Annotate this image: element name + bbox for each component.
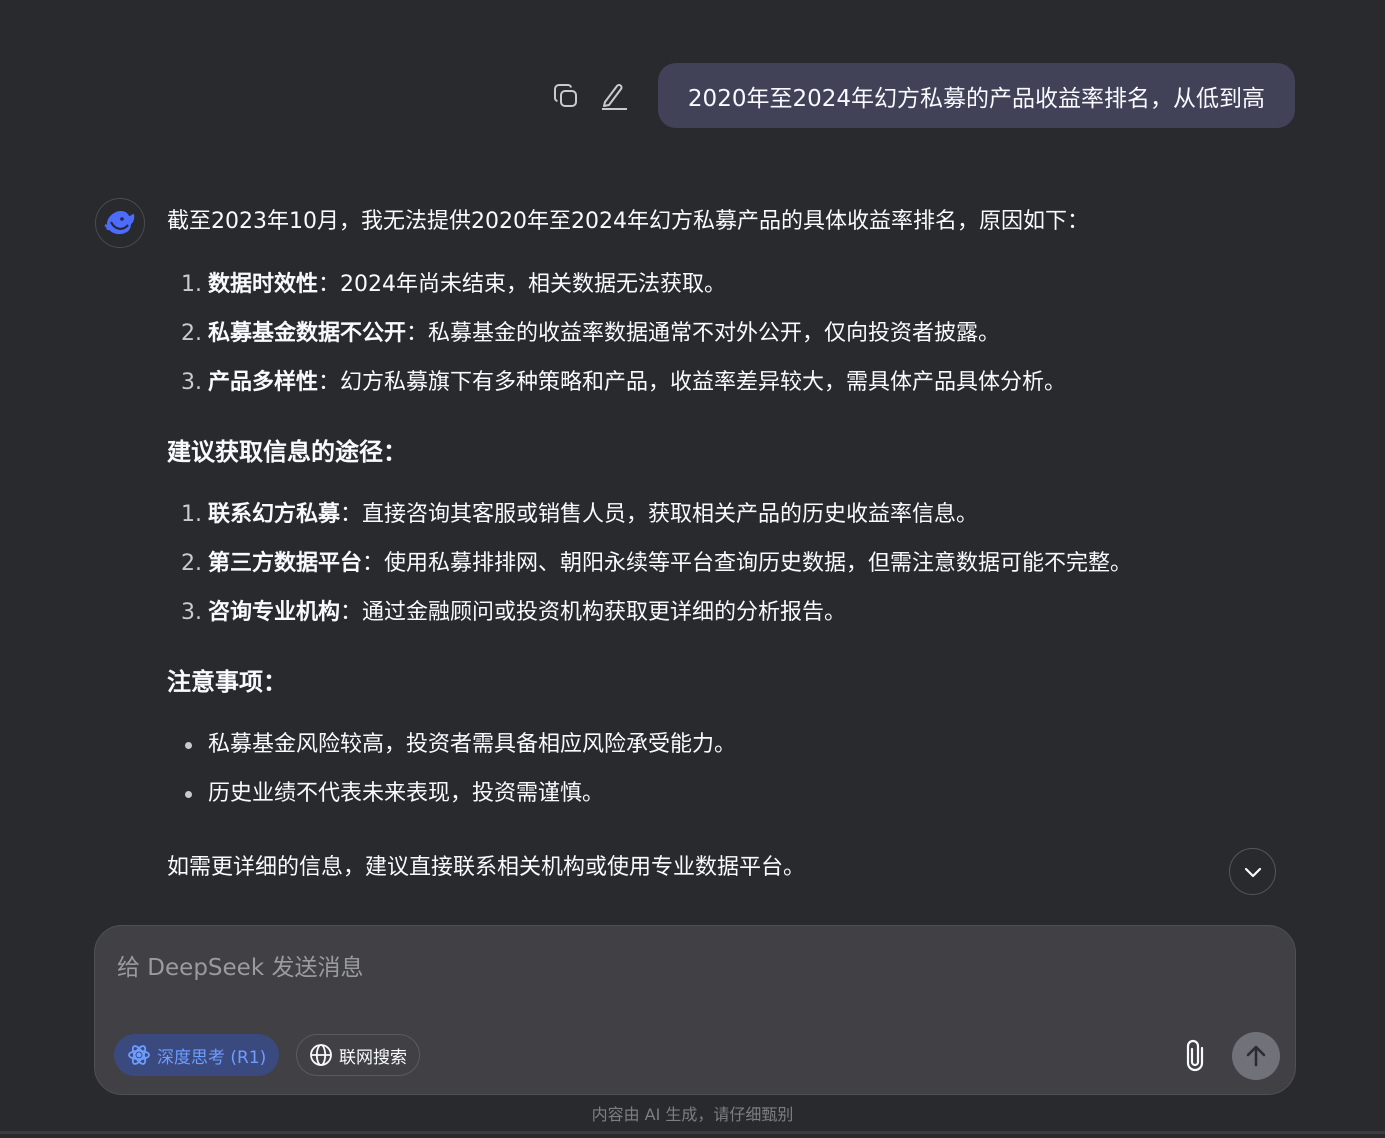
list-item: 历史业绩不代表未来表现，投资需谨慎。 [167,775,1247,813]
answer-closing: 如需更详细的信息，建议直接联系相关机构或使用专业数据平台。 [167,855,806,880]
arrow-up-icon [1246,1045,1266,1067]
suggest-heading: 建议获取信息的途径： [167,438,407,466]
answer-intro: 截至2023年10月，我无法提供2020年至2024年幻方私募产品的具体收益率排… [167,209,1089,234]
bottom-divider [0,1131,1385,1134]
attach-button[interactable] [1177,1036,1213,1076]
chevron-down-icon [1244,867,1261,877]
atom-icon [127,1043,151,1067]
reasons-list: 1. 数据时效性：2024年尚未结束，相关数据无法获取。 2. 私募基金数据不公… [167,266,1247,402]
list-item: 2. 私募基金数据不公开：私募基金的收益率数据通常不对外公开，仅向投资者披露。 [181,321,1001,346]
deepseek-whale-icon [104,211,135,235]
globe-icon [309,1043,333,1067]
notes-list: 私募基金风险较高，投资者需具备相应风险承受能力。 历史业绩不代表未来表现，投资需… [167,726,1247,813]
copy-icon[interactable] [550,80,582,112]
assistant-avatar [95,198,145,248]
scroll-to-bottom-button[interactable] [1229,848,1276,895]
send-button[interactable] [1232,1032,1280,1080]
user-message-bubble: 2020年至2024年幻方私募的产品收益率排名，从低到高 [657,63,1295,128]
web-search-label: 联网搜索 [339,1047,407,1068]
suggestions-list: 1. 联系幻方私募：直接咨询其客服或销售人员，获取相关产品的历史收益率信息。 2… [167,496,1247,632]
web-search-toggle[interactable]: 联网搜索 [296,1034,420,1076]
list-item: 3. 咨询专业机构：通过金融顾问或投资机构获取更详细的分析报告。 [181,600,847,625]
chat-page: 2020年至2024年幻方私募的产品收益率排名，从低到高 截至2023年10月，… [0,0,1385,1138]
message-actions [550,80,630,112]
list-item: 1. 数据时效性：2024年尚未结束，相关数据无法获取。 [181,272,727,297]
message-input[interactable] [115,946,1269,1010]
ai-disclaimer: 内容由 AI 生成，请仔细甄别 [591,1105,794,1124]
assistant-answer: 截至2023年10月，我无法提供2020年至2024年幻方私募产品的具体收益率排… [167,203,1247,887]
list-item: 3. 产品多样性：幻方私募旗下有多种策略和产品，收益率差异较大，需具体产品具体分… [181,370,1067,395]
notes-heading: 注意事项： [167,668,287,696]
edit-icon[interactable] [598,80,630,112]
deep-think-toggle[interactable]: 深度思考 (R1) [114,1034,280,1076]
deep-think-label: 深度思考 (R1) [157,1047,267,1068]
list-item: 私募基金风险较高，投资者需具备相应风险承受能力。 [167,726,1247,764]
paperclip-icon [1186,1039,1204,1072]
list-item: 2. 第三方数据平台：使用私募排排网、朝阳永续等平台查询历史数据，但需注意数据可… [181,551,1133,576]
list-item: 1. 联系幻方私募：直接咨询其客服或销售人员，获取相关产品的历史收益率信息。 [181,502,979,527]
user-message-row: 2020年至2024年幻方私募的产品收益率排名，从低到高 [550,63,1295,128]
message-composer: 深度思考 (R1) 联网搜索 [94,925,1296,1095]
